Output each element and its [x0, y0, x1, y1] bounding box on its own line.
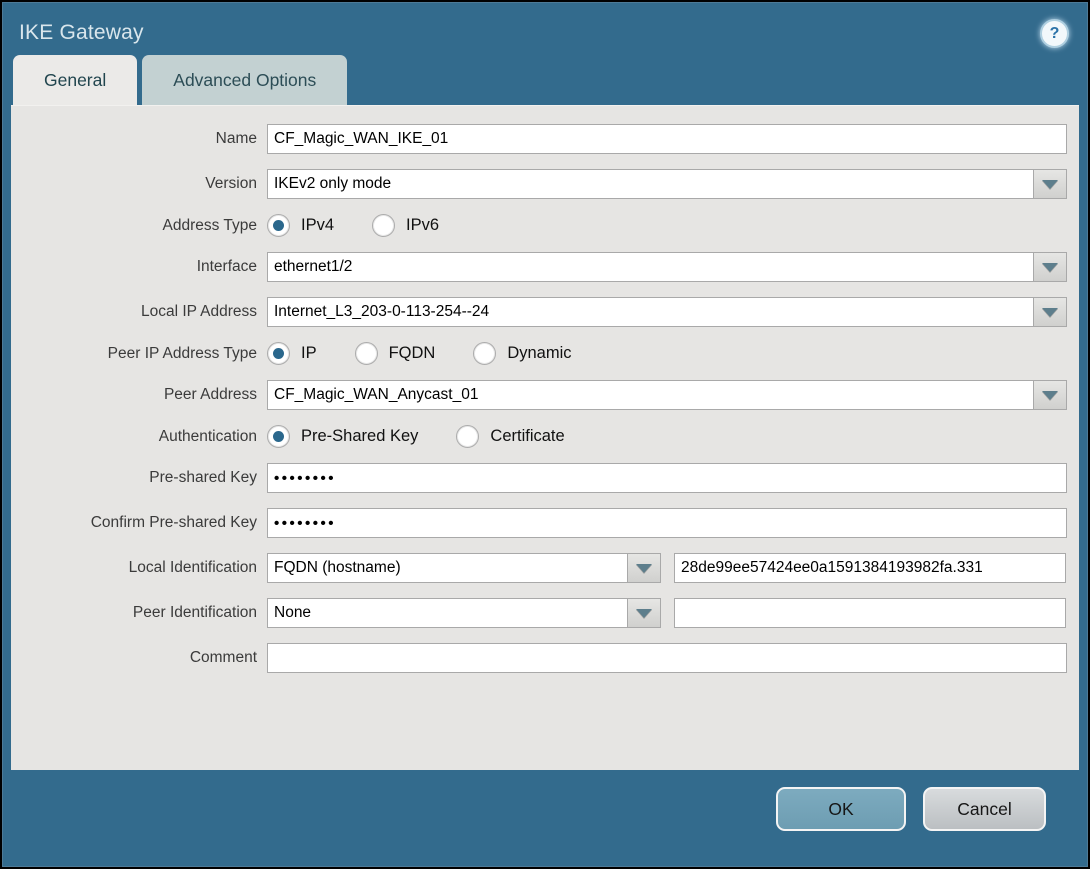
local-ip-address-dropdown-button[interactable] — [1033, 297, 1067, 327]
local-ip-address-label: Local IP Address — [140, 303, 257, 320]
ok-button[interactable]: OK — [776, 787, 906, 831]
version-dropdown-button[interactable] — [1033, 169, 1067, 199]
interface-label: Interface — [196, 258, 257, 275]
confirm-pre-shared-key-row: Confirm Pre-shared Key — [11, 508, 1079, 538]
help-icon[interactable]: ? — [1040, 18, 1069, 48]
peer-identification-dropdown-button[interactable] — [627, 598, 661, 628]
tab-general[interactable]: General — [13, 55, 138, 105]
address-type-row: Address Type IPv4 IPv6 — [11, 214, 1079, 237]
name-label: Name — [215, 130, 257, 147]
peer-identification-type-input[interactable] — [267, 598, 627, 628]
ok-button-label: OK — [828, 798, 854, 819]
radio-peer-ip-label: IP — [301, 344, 317, 362]
peer-address-label: Peer Address — [163, 386, 257, 403]
interface-input[interactable] — [267, 252, 1033, 282]
peer-address-input[interactable] — [267, 380, 1033, 410]
local-identification-value-input[interactable] — [674, 553, 1066, 583]
comment-label: Comment — [189, 649, 257, 666]
peer-identification-value-input[interactable] — [674, 598, 1066, 628]
local-identification-type-input[interactable] — [267, 553, 627, 583]
local-identification-dropdown-button[interactable] — [627, 553, 661, 583]
name-input[interactable] — [267, 124, 1067, 154]
tab-advanced-options[interactable]: Advanced Options — [142, 55, 348, 105]
peer-ip-address-type-row: Peer IP Address Type IP FQDN Dynamic — [11, 342, 1079, 365]
radio-ipv6[interactable] — [372, 214, 396, 237]
radio-certificate-label: Certificate — [490, 427, 565, 445]
radio-peer-dynamic-label: Dynamic — [507, 344, 572, 362]
peer-address-row: Peer Address — [11, 380, 1079, 410]
cancel-button[interactable]: Cancel — [923, 787, 1046, 831]
peer-identification-label: Peer Identification — [132, 604, 257, 621]
pre-shared-key-label: Pre-shared Key — [149, 469, 257, 486]
authentication-label: Authentication — [158, 427, 257, 445]
radio-peer-fqdn-label: FQDN — [388, 344, 436, 362]
local-identification-row: Local Identification — [11, 553, 1079, 583]
cancel-button-label: Cancel — [957, 798, 1012, 819]
peer-address-dropdown-button[interactable] — [1033, 380, 1067, 410]
general-tab-panel: Name Version Address Type IPv4 IPv6 — [11, 105, 1079, 770]
radio-ipv4-label: IPv4 — [301, 216, 335, 234]
pre-shared-key-row: Pre-shared Key — [11, 463, 1079, 493]
authentication-row: Authentication Pre-Shared Key Certificat… — [11, 425, 1079, 448]
radio-peer-dynamic[interactable] — [473, 342, 497, 365]
chevron-down-icon — [1042, 262, 1058, 272]
tab-general-label: General — [44, 69, 107, 90]
radio-ipv4[interactable] — [267, 214, 290, 237]
comment-input[interactable] — [267, 643, 1067, 673]
radio-peer-ip[interactable] — [267, 342, 290, 365]
chevron-down-icon — [1042, 390, 1058, 400]
dialog-title: IKE Gateway — [19, 21, 144, 44]
chevron-down-icon — [636, 563, 652, 573]
chevron-down-icon — [636, 608, 652, 618]
local-identification-label: Local Identification — [128, 559, 257, 576]
radio-peer-fqdn[interactable] — [354, 342, 378, 365]
interface-dropdown-button[interactable] — [1033, 252, 1067, 282]
radio-certificate[interactable] — [456, 425, 480, 448]
address-type-label: Address Type — [162, 216, 258, 234]
radio-pre-shared-key-label: Pre-Shared Key — [301, 427, 419, 445]
peer-ip-address-type-label: Peer IP Address Type — [107, 344, 257, 362]
tab-advanced-options-label: Advanced Options — [173, 69, 317, 90]
version-label: Version — [205, 175, 257, 192]
chevron-down-icon — [1042, 179, 1058, 189]
dialog-footer: OK Cancel — [3, 770, 1087, 831]
chevron-down-icon — [1042, 307, 1058, 317]
peer-identification-row: Peer Identification — [11, 598, 1079, 628]
name-row: Name — [11, 124, 1079, 154]
confirm-pre-shared-key-input[interactable] — [267, 508, 1067, 538]
radio-pre-shared-key[interactable] — [267, 425, 290, 448]
radio-ipv6-label: IPv6 — [406, 216, 440, 234]
local-ip-address-input[interactable] — [267, 297, 1033, 327]
interface-row: Interface — [11, 252, 1079, 282]
version-input[interactable] — [267, 169, 1033, 199]
pre-shared-key-input[interactable] — [267, 463, 1067, 493]
titlebar: IKE Gateway ? — [3, 3, 1087, 55]
ike-gateway-dialog: IKE Gateway ? General Advanced Options N… — [2, 2, 1088, 867]
tab-bar: General Advanced Options — [3, 55, 1087, 105]
version-row: Version — [11, 169, 1079, 199]
confirm-pre-shared-key-label: Confirm Pre-shared Key — [90, 514, 257, 531]
comment-row: Comment — [11, 643, 1079, 673]
local-ip-address-row: Local IP Address — [11, 297, 1079, 327]
